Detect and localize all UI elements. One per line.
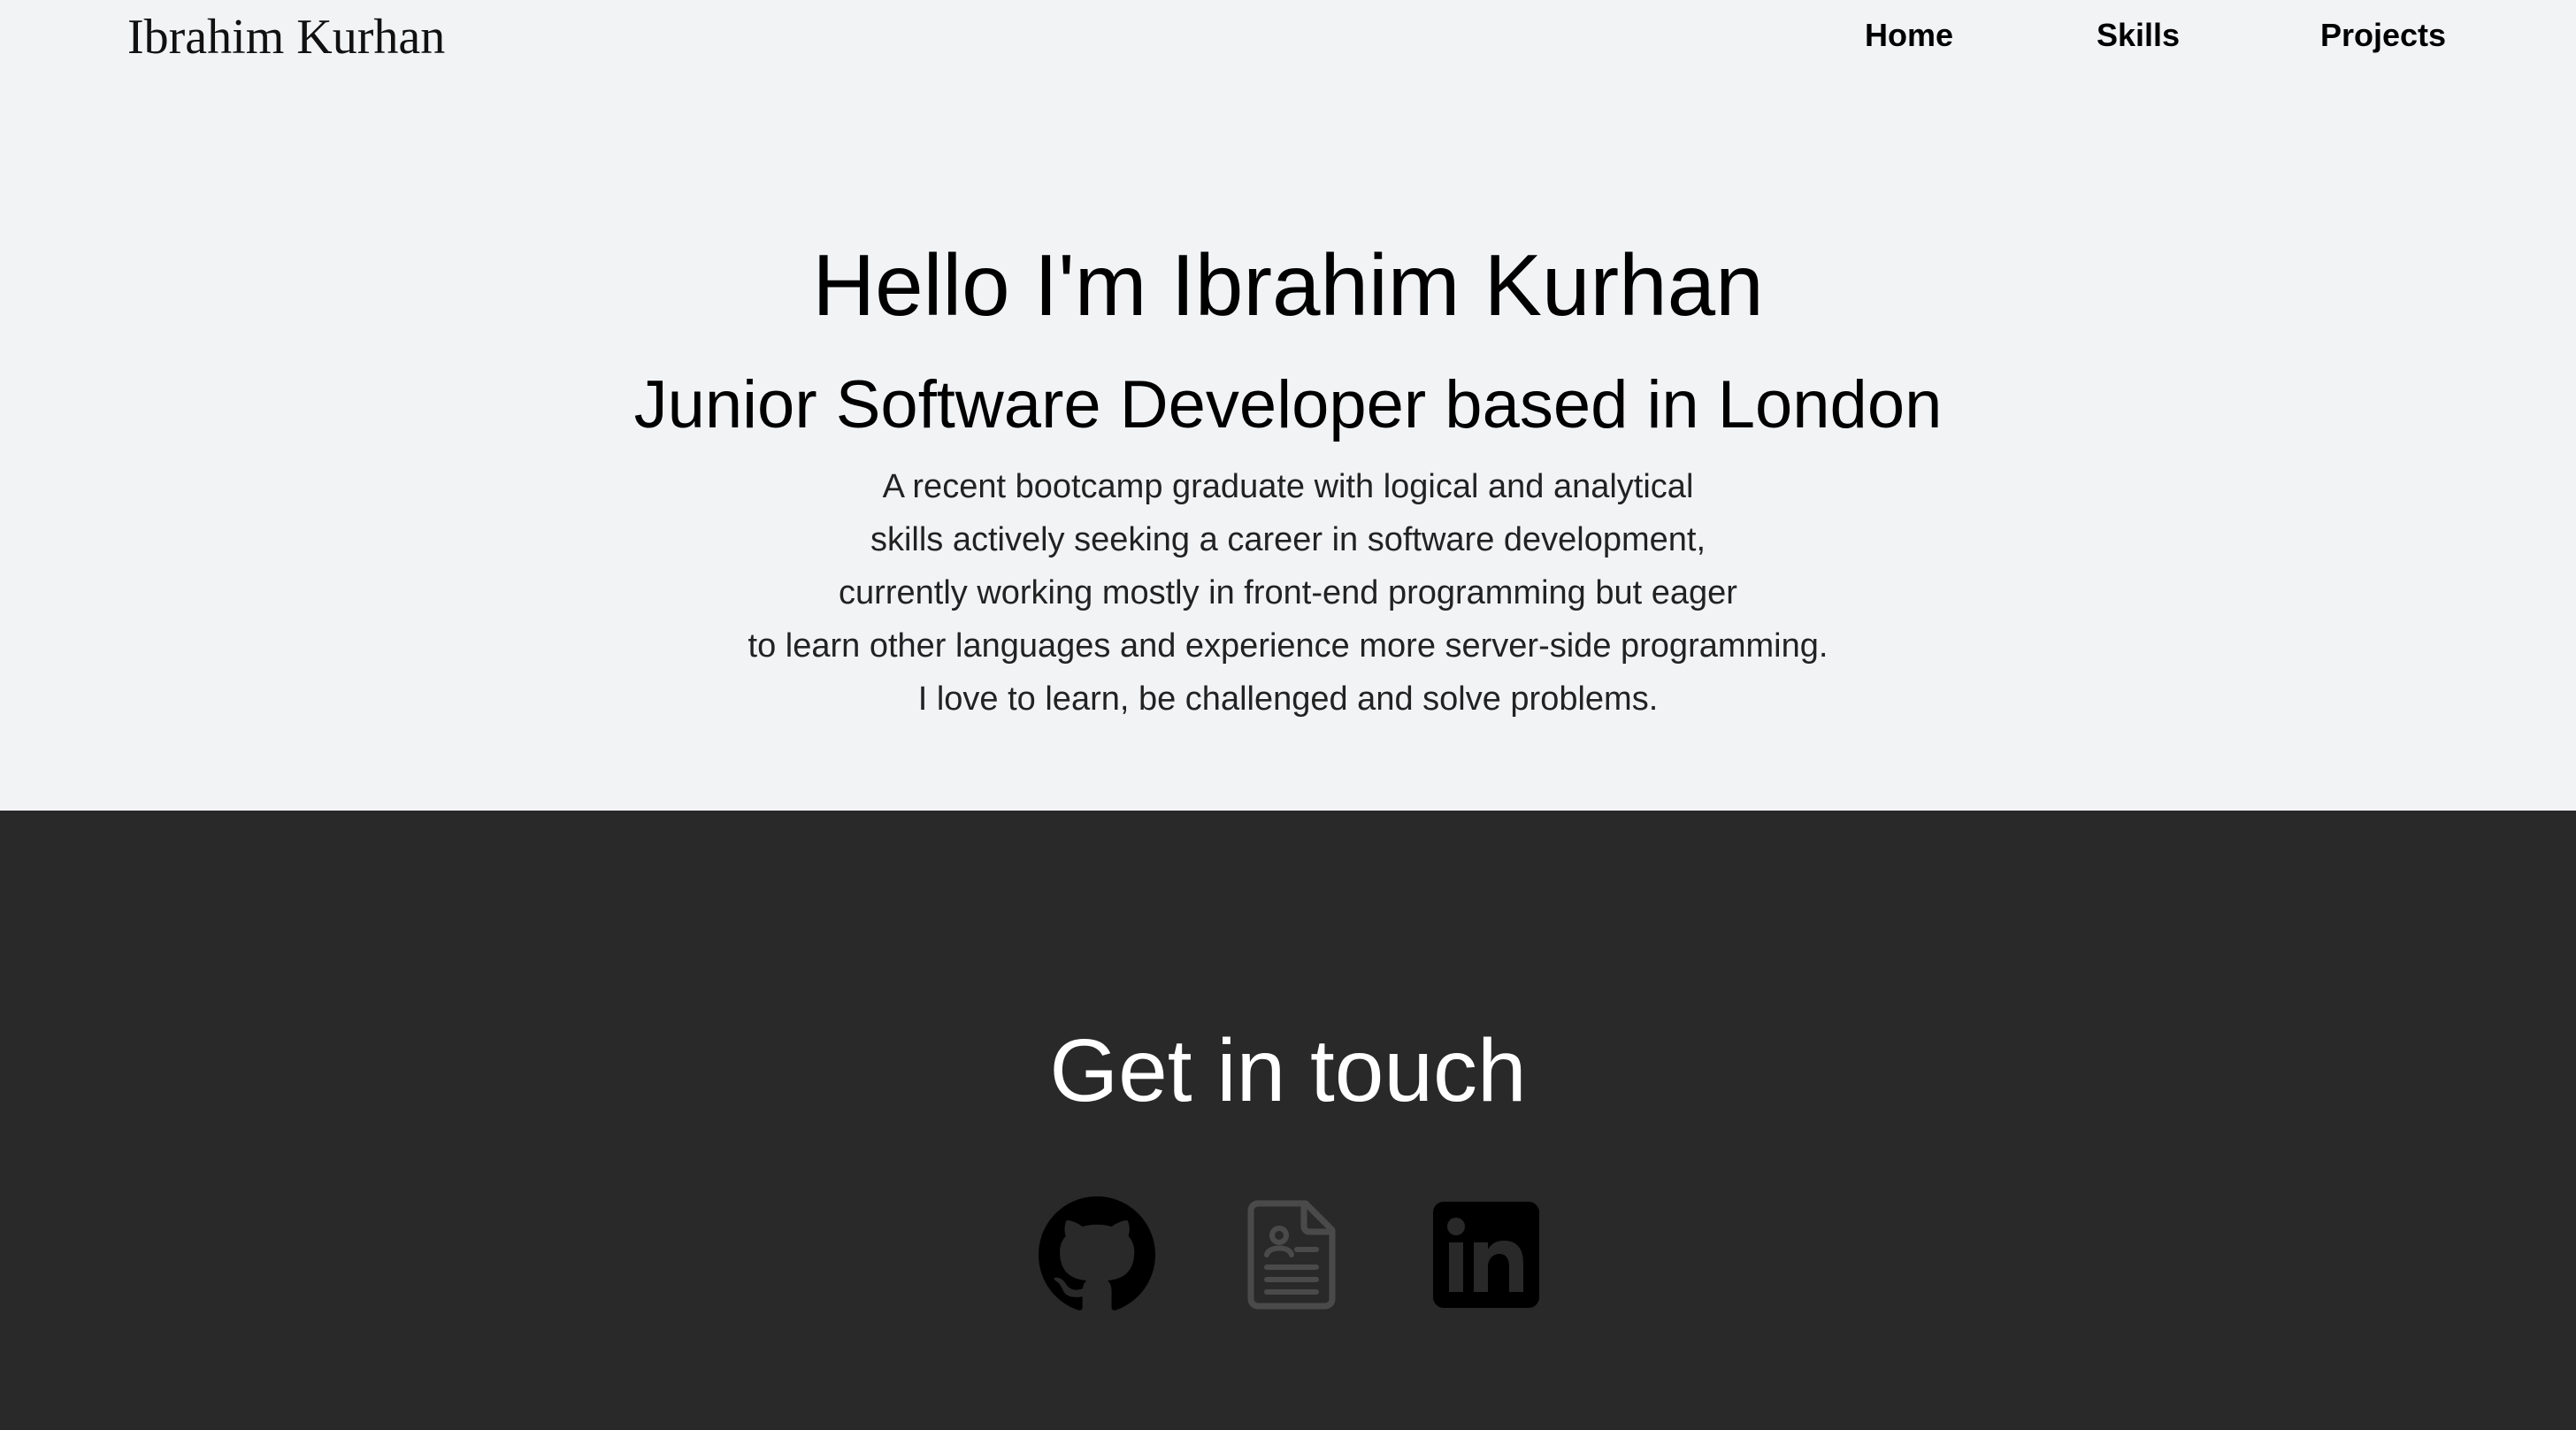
bio-line: I love to learn, be challenged and solve… [917,680,1659,718]
linkedin-link[interactable] [1433,1202,1539,1308]
bio-line: skills actively seeking a career in soft… [870,521,1706,558]
hero-title: Hello I'm Ibrahim Kurhan [812,236,1764,334]
hero-bio: A recent bootcamp graduate with logical … [0,460,2576,726]
bio-line: A recent bootcamp graduate with logical … [882,468,1694,505]
resume-link[interactable] [1247,1200,1336,1310]
github-link[interactable] [1039,1196,1155,1313]
linkedin-icon [1433,1202,1539,1308]
github-icon [1039,1196,1155,1311]
bio-line: currently working mostly in front-end pr… [839,574,1737,611]
resume-icon [1247,1200,1336,1310]
bio-line: to learn other languages and experience … [748,627,1828,665]
hero-section: Hello I'm Ibrahim Kurhan Junior Software… [0,0,2576,811]
contact-title: Get in touch [1049,1021,1527,1120]
hero-subtitle: Junior Software Developer based in Londo… [633,367,1943,442]
contact-section: Get in touch [0,811,2576,1430]
